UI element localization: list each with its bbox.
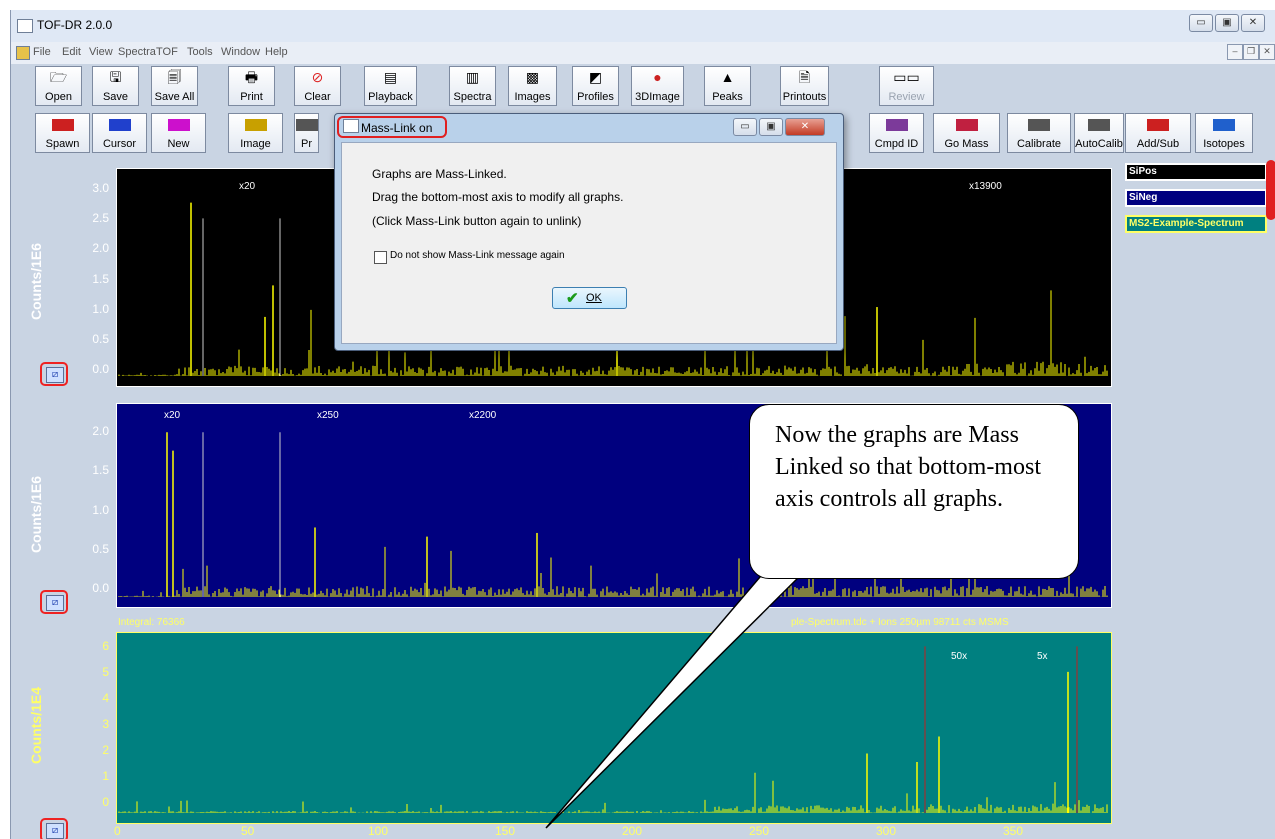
- callout-text: Now the graphs are Mass Linked so that b…: [775, 422, 1041, 512]
- app-window: TOF-DR 2.0.0 ▭ ▣ ✕ File Edit View Spectr…: [10, 10, 1275, 839]
- callout-box: Now the graphs are Mass Linked so that b…: [749, 404, 1079, 579]
- callout-pointer: [545, 564, 814, 829]
